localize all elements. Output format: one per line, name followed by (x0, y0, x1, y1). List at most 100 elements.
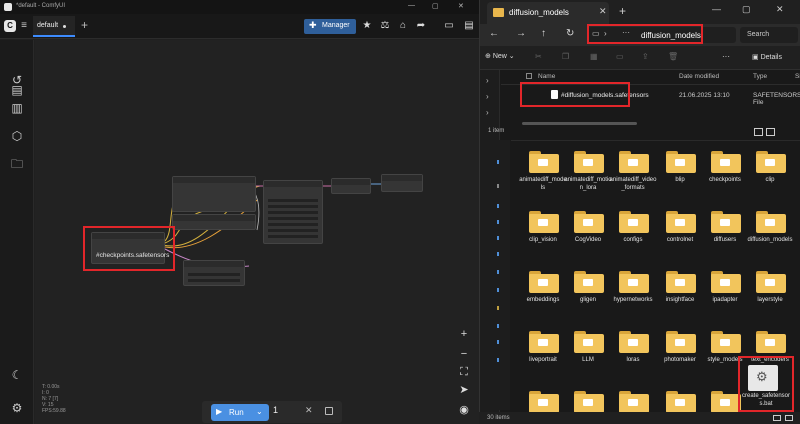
node-widget[interactable] (268, 235, 318, 238)
folder-item[interactable]: animatediff_models (519, 147, 567, 203)
node-widget[interactable] (268, 217, 318, 220)
bat-file-label[interactable]: create_safetensors.bat (740, 393, 792, 408)
column-header-date[interactable]: Date modified (679, 73, 719, 80)
folder-item[interactable]: hypernetworks (611, 267, 655, 323)
stop-icon[interactable] (325, 407, 333, 415)
maximize-icon[interactable]: ▢ (432, 2, 439, 10)
close-icon[interactable]: ✕ (458, 2, 464, 10)
chevron-down-icon[interactable]: ⌄ (256, 407, 263, 416)
cut-icon[interactable]: ✂ (535, 52, 542, 61)
node-widget[interactable] (268, 205, 318, 208)
folder-item[interactable]: clip (748, 147, 792, 203)
new-tab-plus-icon[interactable]: + (619, 4, 626, 18)
node-widget[interactable] (188, 279, 240, 282)
folder-item[interactable]: animatediff_video_formats (610, 147, 656, 203)
folder-item[interactable]: embeddings (521, 267, 565, 323)
delete-icon[interactable]: 🗑 (668, 52, 678, 61)
node-vae-decode[interactable] (331, 178, 371, 194)
maximize-icon[interactable]: ▢ (742, 4, 751, 15)
share-icon[interactable]: ⇪ (642, 52, 649, 61)
share-icon[interactable]: ➦ (414, 18, 428, 34)
folder-item[interactable]: diffusers (703, 207, 747, 263)
column-header-name[interactable]: Name (538, 73, 555, 80)
horizontal-scrollbar[interactable] (522, 122, 637, 125)
node-widget[interactable] (268, 211, 318, 214)
folder-item[interactable]: blip (658, 147, 702, 203)
run-button[interactable]: ▶ Run ⌄ (211, 404, 269, 421)
folder-item[interactable]: liveportrait (521, 327, 565, 383)
manager-button[interactable]: ✚ Manager (304, 19, 356, 34)
close-icon[interactable]: ✕ (776, 4, 784, 15)
layout-icon[interactable]: ▤ (462, 18, 476, 34)
up-arrow-icon[interactable]: ↑ (541, 28, 546, 39)
folder-item[interactable]: photomaker (658, 327, 702, 383)
node-clip-text-encode[interactable] (172, 176, 256, 212)
cursor-icon[interactable]: ➤ (457, 383, 471, 397)
cancel-icon[interactable]: ✕ (305, 405, 313, 416)
minimize-icon[interactable]: — (712, 4, 721, 14)
folder-item[interactable]: insightface (658, 267, 702, 323)
select-all-checkbox[interactable] (526, 73, 532, 79)
close-tab-icon[interactable]: ✕ (599, 6, 607, 17)
batch-file-icon[interactable]: ⚙ (748, 365, 778, 391)
more-options-icon[interactable]: ··· (722, 52, 730, 61)
document-icon[interactable]: ▤ (9, 82, 25, 98)
folder-item[interactable]: clip_vision (521, 207, 565, 263)
folder-item[interactable]: CogVideo (566, 207, 610, 263)
explorer-tab[interactable]: diffusion_models ✕ (487, 2, 609, 24)
balance-icon[interactable]: ⚖ (378, 18, 392, 34)
details-view-toggle-icon[interactable] (754, 128, 763, 136)
expand-chevron-icon[interactable]: › (486, 92, 489, 101)
column-header-size[interactable]: Si (795, 73, 800, 80)
comfyui-logo[interactable]: C (4, 20, 16, 32)
folder-item[interactable]: controlnet (658, 207, 702, 263)
minus-icon[interactable]: − (457, 347, 471, 361)
settings-icon[interactable]: ⚙ (9, 400, 25, 416)
node-ksampler[interactable] (263, 180, 323, 244)
column-header-type[interactable]: Type (753, 73, 767, 80)
new-workflow-plus-icon[interactable]: + (81, 18, 88, 32)
expand-chevron-icon[interactable]: › (486, 108, 489, 117)
rename-icon[interactable]: ▭ (616, 52, 624, 61)
workflow-tab-default[interactable]: default (33, 16, 75, 37)
node-save-image[interactable] (381, 174, 423, 192)
folder-item[interactable]: configs (611, 207, 655, 263)
model-cube-icon[interactable]: ⬡ (9, 128, 25, 144)
copy-icon[interactable]: ❐ (562, 52, 569, 61)
fit-view-icon[interactable]: ⛶ (457, 365, 471, 379)
new-button[interactable]: ⊕ New ⌄ (485, 52, 515, 60)
broom-icon[interactable]: ⌂ (396, 18, 410, 34)
details-button[interactable]: ▣ Details (752, 53, 782, 61)
large-icons-view-icon[interactable] (785, 415, 793, 421)
back-arrow-icon[interactable]: ← (489, 28, 499, 39)
star-icon[interactable]: ★ (360, 18, 374, 34)
node-widget[interactable] (268, 223, 318, 226)
batch-count-input[interactable]: 1 (273, 405, 293, 419)
forward-arrow-icon[interactable]: → (516, 28, 526, 39)
folder-item[interactable]: gligen (566, 267, 610, 323)
node-clip-text-encode-negative[interactable] (172, 214, 256, 230)
folder-item[interactable]: diffusion_models (748, 207, 792, 263)
folder-icon[interactable]: 🗀 (9, 156, 25, 172)
folder-item[interactable]: layerstyle (748, 267, 792, 323)
minimize-icon[interactable]: — (408, 2, 415, 9)
expand-chevron-icon[interactable]: › (486, 76, 489, 85)
folder-item[interactable]: ipadapter (703, 267, 747, 323)
moon-icon[interactable]: ☾ (9, 367, 25, 383)
queue-icon[interactable]: ▥ (9, 100, 25, 116)
tiles-view-toggle-icon[interactable] (766, 128, 775, 136)
refresh-icon[interactable]: ↻ (566, 28, 574, 39)
folder-item[interactable]: loras (611, 327, 655, 383)
paste-icon[interactable]: ▦ (590, 52, 598, 61)
node-widget[interactable] (268, 229, 318, 232)
node-widget[interactable] (268, 199, 318, 202)
folder-item[interactable]: checkpoints (703, 147, 747, 203)
node-widget[interactable] (188, 273, 240, 276)
search-field[interactable]: Search (740, 27, 798, 43)
panel-icon[interactable]: ▭ (442, 18, 456, 34)
folder-item[interactable]: animatediff_motion_lora (564, 147, 612, 203)
plus-icon[interactable]: + (457, 327, 471, 341)
hamburger-menu-icon[interactable]: ≡ (18, 20, 30, 32)
folder-item[interactable]: LLM (566, 327, 610, 383)
eye-icon[interactable]: ◉ (457, 403, 471, 417)
